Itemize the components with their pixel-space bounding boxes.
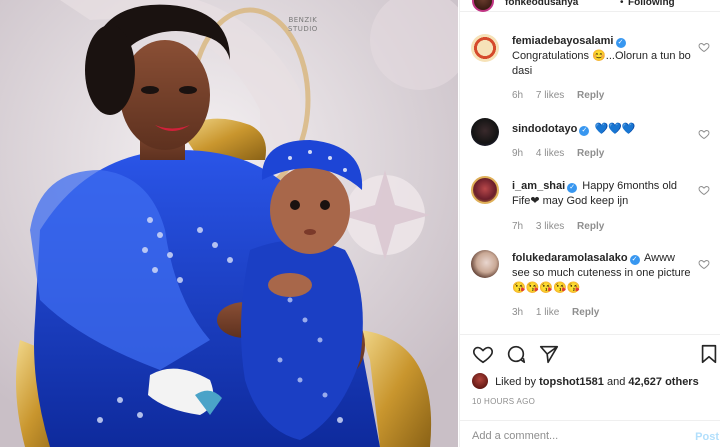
comment-like-heart-icon[interactable] — [698, 258, 710, 270]
comment-body: i_am_shai ✓ Happy 6months old Fife❤ may G… — [512, 179, 692, 209]
comment-text: Congratulations 😊...Olorun a tun bo dasi — [512, 50, 691, 77]
comment-like-heart-icon[interactable] — [698, 128, 710, 140]
verified-badge-icon: ✓ — [579, 126, 590, 136]
watermark-line-1: BENZIK — [288, 16, 318, 24]
liked-by-row: Liked by topshot1581 and 42,627 others — [472, 373, 699, 389]
liker-avatar[interactable] — [472, 373, 488, 389]
comment-likes[interactable]: 3 likes — [536, 221, 564, 232]
comment-meta: 6h 7 likes Reply — [512, 90, 614, 101]
post-timestamp[interactable]: 10 HOURS AGO — [472, 397, 535, 406]
comment-time[interactable]: 6h — [512, 90, 523, 101]
watermark-line-2: STUDIO — [288, 25, 318, 33]
commenter-username[interactable]: sindodotayo — [512, 123, 577, 135]
verified-badge-icon: ✓ — [567, 183, 578, 193]
reply-button[interactable]: Reply — [577, 90, 604, 101]
comment-meta: 9h 4 likes Reply — [512, 148, 614, 159]
reply-button[interactable]: Reply — [577, 148, 604, 159]
share-icon[interactable] — [538, 343, 560, 365]
commenter-avatar[interactable] — [471, 250, 499, 278]
commenter-username[interactable]: i_am_shai — [512, 180, 565, 192]
photo-illustration — [0, 0, 458, 447]
post-photo[interactable]: BENZIK STUDIO — [0, 0, 458, 447]
comment-likes[interactable]: 7 likes — [536, 90, 564, 101]
add-comment-input[interactable] — [472, 430, 662, 442]
action-bar — [460, 343, 720, 367]
post-button[interactable]: Post — [695, 431, 719, 443]
commenter-avatar[interactable] — [471, 176, 499, 204]
comment-meta: 7h 3 likes Reply — [512, 221, 614, 232]
bookmark-icon[interactable] — [698, 343, 720, 365]
comment-time[interactable]: 9h — [512, 148, 523, 159]
liked-by-user[interactable]: topshot1581 — [539, 376, 604, 388]
comments-panel: fonkeodusanya • Following femiadebayosal… — [459, 0, 720, 447]
author-avatar[interactable] — [472, 0, 494, 12]
actions-divider — [460, 334, 720, 335]
author-username[interactable]: fonkeodusanya — [505, 0, 578, 8]
reply-button[interactable]: Reply — [572, 307, 599, 318]
comment-meta: 3h 1 like Reply — [512, 307, 609, 318]
verified-badge-icon: ✓ — [615, 38, 626, 48]
comment-time[interactable]: 7h — [512, 221, 523, 232]
commenter-avatar[interactable] — [471, 118, 499, 146]
commenter-avatar[interactable] — [471, 34, 499, 62]
comment-text: 💙💙💙 — [594, 123, 636, 135]
comment-body: femiadebayosalami ✓ Congratulations 😊...O… — [512, 34, 692, 79]
comment-likes[interactable]: 4 likes — [536, 148, 564, 159]
commenter-username[interactable]: femiadebayosalami — [512, 35, 614, 47]
comment-likes[interactable]: 1 like — [536, 307, 559, 318]
header-separator: • — [620, 0, 624, 8]
comment-body: folukedaramolasalako ✓ Awww see so much c… — [512, 251, 692, 296]
commenter-username[interactable]: folukedaramolasalako — [512, 252, 628, 264]
photo-watermark: BENZIK STUDIO — [288, 16, 318, 34]
comment-time[interactable]: 3h — [512, 307, 523, 318]
heart-icon[interactable] — [472, 343, 494, 365]
comment-like-heart-icon[interactable] — [698, 41, 710, 53]
liked-by-connector: and — [606, 376, 626, 388]
verified-badge-icon: ✓ — [629, 255, 640, 265]
comment-icon[interactable] — [505, 343, 527, 365]
liked-by-others[interactable]: 42,627 others — [628, 376, 698, 388]
add-comment-bar: Post — [460, 420, 720, 447]
post-header: fonkeodusanya • Following — [460, 0, 720, 12]
liked-by-prefix: Liked by — [495, 376, 537, 388]
comment-body: sindodotayo ✓ 💙💙💙 — [512, 122, 692, 137]
comment-like-heart-icon[interactable] — [698, 184, 710, 196]
following-button[interactable]: Following — [628, 0, 675, 8]
reply-button[interactable]: Reply — [577, 221, 604, 232]
